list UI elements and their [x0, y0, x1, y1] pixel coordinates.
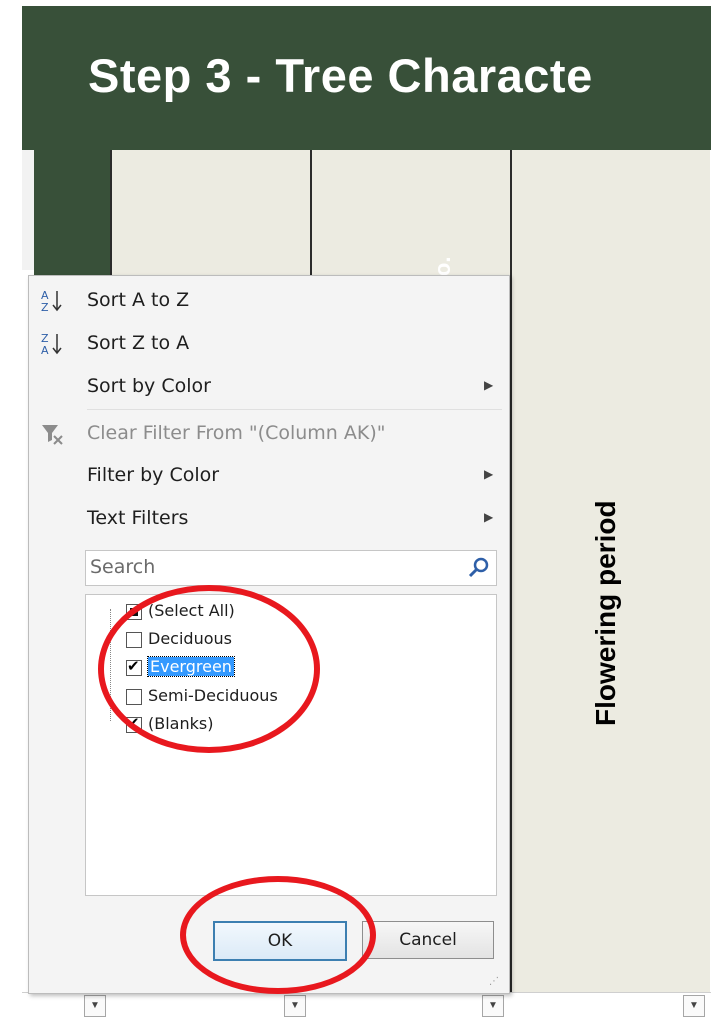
text-filters-label: Text Filters — [87, 507, 189, 529]
clear-filter-label: Clear Filter From "(Column AK)" — [87, 422, 386, 444]
filter-by-color-item[interactable]: Filter by Color ▶ — [29, 455, 507, 495]
sort-ascending-icon: A Z — [41, 289, 62, 314]
submenu-arrow-icon: ▶ — [484, 510, 494, 524]
highlight-circle-checkboxes — [98, 585, 320, 753]
search-box[interactable]: Search — [85, 550, 497, 586]
filter-row — [22, 992, 711, 1023]
clear-filter-item[interactable]: Clear Filter From "(Column AK)" — [29, 413, 507, 453]
filter-dropdown-button[interactable]: ▼ — [482, 995, 504, 1017]
sort-z-to-a-label: Sort Z to A — [87, 332, 190, 354]
green-column-cell — [34, 150, 110, 275]
filter-dropdown-button[interactable]: ▼ — [84, 995, 106, 1017]
flowering-period-header: Flowering period — [590, 500, 621, 726]
sort-by-color-item[interactable]: Sort by Color ▶ — [29, 366, 507, 406]
resize-grip-icon[interactable]: ⋰ — [489, 976, 499, 987]
svg-text:Z: Z — [41, 301, 49, 314]
text-filters-item[interactable]: Text Filters ▶ — [29, 498, 507, 538]
search-icon[interactable] — [466, 555, 492, 581]
banner-top-edge — [22, 0, 711, 6]
search-input[interactable]: Search — [90, 556, 155, 578]
sheet-title: Step 3 - Tree Characte — [88, 49, 593, 102]
highlight-circle-ok — [180, 876, 376, 994]
sort-a-to-z-item[interactable]: A Z Sort A to Z — [29, 280, 507, 320]
row-header-strip — [22, 150, 34, 270]
filter-dropdown-button[interactable]: ▼ — [284, 995, 306, 1017]
menu-separator — [87, 409, 502, 410]
submenu-arrow-icon: ▶ — [484, 378, 494, 392]
clear-filter-icon — [42, 425, 63, 445]
sort-by-color-label: Sort by Color — [87, 375, 211, 397]
svg-text:A: A — [41, 344, 49, 357]
sort-z-to-a-item[interactable]: Z A Sort Z to A — [29, 323, 507, 363]
sort-a-to-z-label: Sort A to Z — [87, 289, 190, 311]
filter-by-color-label: Filter by Color — [87, 464, 220, 486]
cancel-button[interactable]: Cancel — [362, 921, 494, 959]
filter-dropdown-button[interactable]: ▼ — [683, 995, 705, 1017]
submenu-arrow-icon: ▶ — [484, 467, 494, 481]
sort-descending-icon: Z A — [41, 332, 62, 357]
